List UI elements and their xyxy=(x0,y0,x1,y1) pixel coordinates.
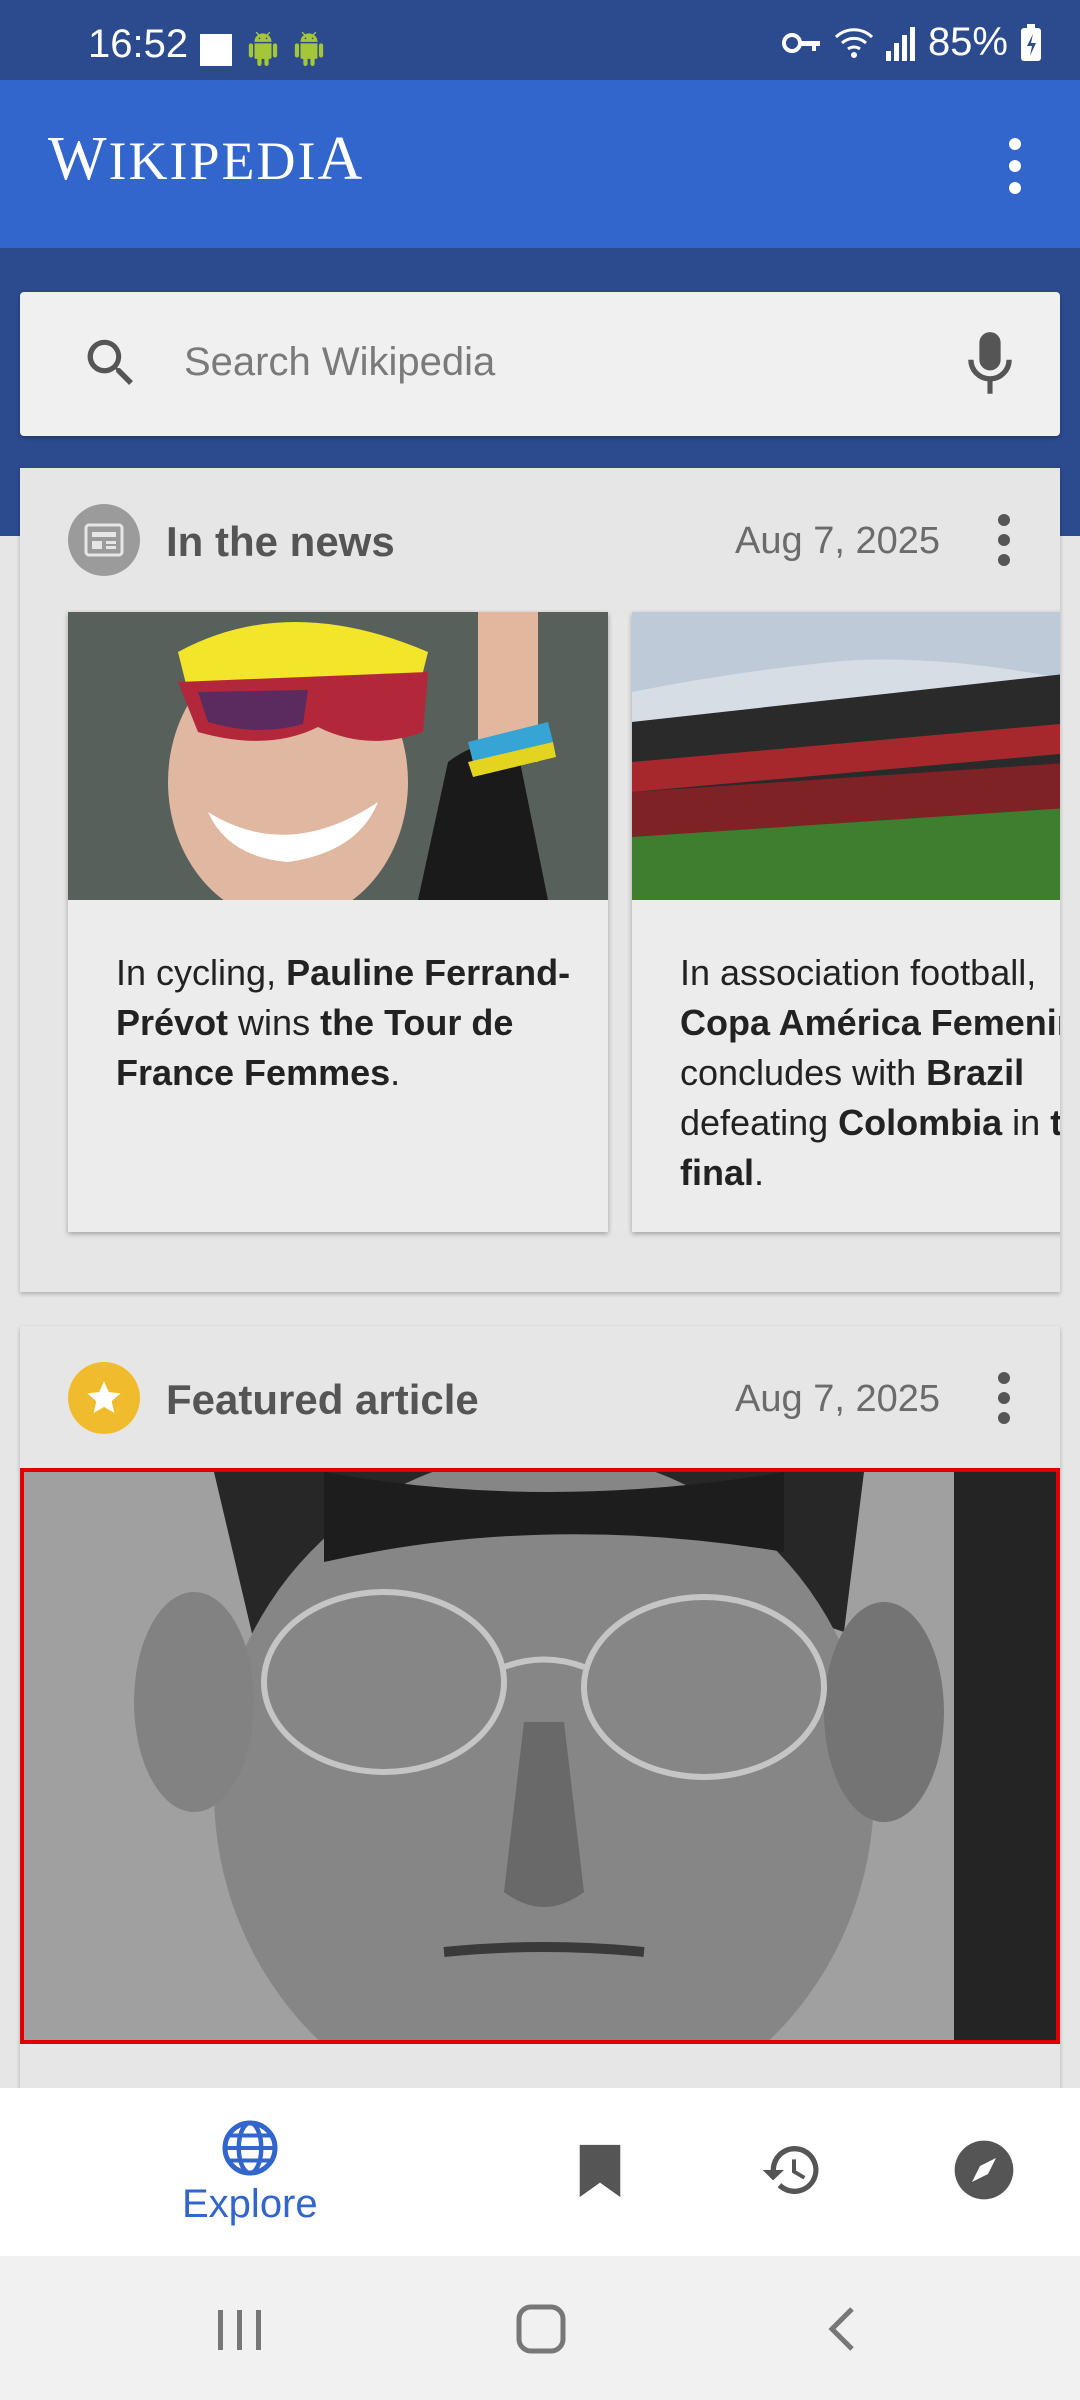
search-bar[interactable]: Search Wikipedia xyxy=(20,292,1060,436)
history-icon[interactable] xyxy=(760,2138,824,2202)
android-icon xyxy=(248,32,278,66)
nav-explore[interactable]: Explore xyxy=(182,2118,318,2227)
more-options-icon[interactable] xyxy=(1000,136,1030,196)
nav-explore-label: Explore xyxy=(182,2182,318,2226)
android-icon xyxy=(294,32,324,66)
status-time: 16:52 xyxy=(88,22,189,66)
compass-icon[interactable] xyxy=(952,2138,1016,2202)
vpn-key-icon xyxy=(781,32,820,53)
back-icon[interactable] xyxy=(826,2306,858,2352)
home-icon[interactable] xyxy=(516,2304,566,2354)
card-date: Aug 7, 2025 xyxy=(735,1378,940,1420)
status-indicators: 85% xyxy=(781,20,1042,65)
card-title: In the news xyxy=(166,518,395,565)
bottom-navigation: Explore xyxy=(0,2088,1080,2256)
recent-apps-icon[interactable] xyxy=(216,2308,264,2352)
notification-icon xyxy=(200,34,232,66)
news-text: In association football, Copa América Fe… xyxy=(680,952,1060,1193)
wikipedia-logo: WIKIPEDIA xyxy=(48,125,365,193)
news-item[interactable]: In cycling, Pauline Ferrand-Prévot wins … xyxy=(68,612,608,1232)
search-icon xyxy=(87,339,133,385)
news-item[interactable]: In association football, Copa América Fe… xyxy=(632,612,1060,1232)
news-image-cyclist xyxy=(68,612,608,900)
battery-percent: 85% xyxy=(927,20,1008,64)
wifi-icon xyxy=(834,27,873,58)
news-icon xyxy=(68,504,140,576)
news-text: In cycling, Pauline Ferrand-Prévot wins … xyxy=(116,952,571,1093)
globe-icon xyxy=(222,2120,278,2176)
card-date: Aug 7, 2025 xyxy=(735,520,940,562)
card-menu-icon[interactable] xyxy=(992,512,1016,568)
signal-icon xyxy=(885,26,915,61)
app-bar: WIKIPEDIA xyxy=(0,80,1080,248)
news-image-stadium xyxy=(632,612,1060,900)
battery-charging-icon xyxy=(1021,23,1041,61)
card-title: Featured article xyxy=(166,1376,479,1423)
featured-article-image[interactable] xyxy=(20,1468,1060,2044)
card-menu-icon[interactable] xyxy=(992,1370,1016,1426)
bookmark-icon[interactable] xyxy=(576,2142,624,2200)
microphone-icon[interactable] xyxy=(964,330,1016,398)
system-navigation-bar xyxy=(0,2256,1080,2400)
search-input[interactable]: Search Wikipedia xyxy=(184,340,495,385)
portrait-photo xyxy=(24,1472,1056,2040)
star-icon xyxy=(68,1362,140,1434)
status-bar: 16:52 85% xyxy=(0,0,1080,80)
in-the-news-card[interactable]: In the news Aug 7, 2025 In cycling, Paul… xyxy=(20,468,1060,1292)
